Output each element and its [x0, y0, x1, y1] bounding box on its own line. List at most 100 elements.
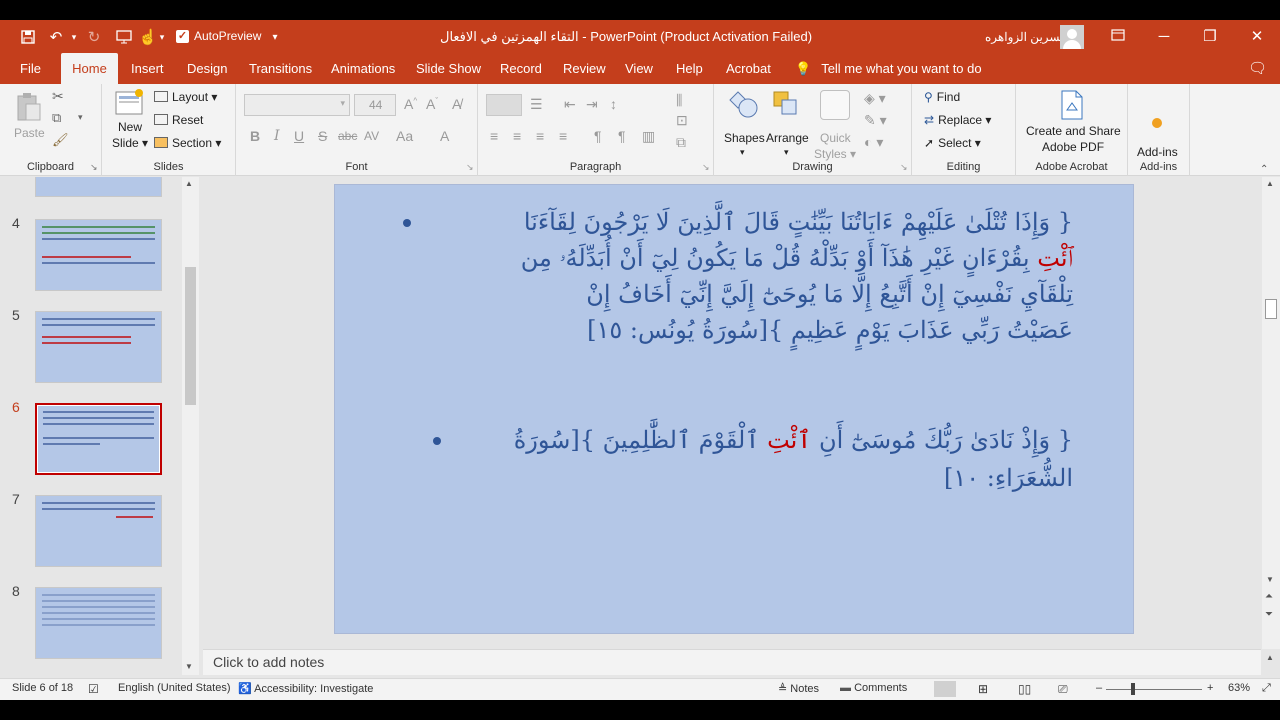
- copy-icon[interactable]: ⧉: [52, 110, 61, 126]
- redo-icon[interactable]: ↻: [84, 26, 104, 48]
- current-slide[interactable]: { وَإِذَا تُتْلَىٰ عَلَيْهِمْ ءَايَاتُنَ…: [334, 184, 1134, 634]
- notes-scroll-icon[interactable]: ▲: [1266, 653, 1274, 662]
- align-right-icon[interactable]: ≡: [536, 128, 544, 144]
- tell-me-search[interactable]: 💡 Tell me what you want to do: [795, 53, 982, 84]
- zoom-in-icon[interactable]: +: [1207, 682, 1213, 694]
- tab-review[interactable]: Review: [563, 53, 606, 84]
- zoom-level[interactable]: 63%: [1228, 682, 1250, 694]
- shrink-font-icon[interactable]: Aˇ: [426, 96, 438, 112]
- tab-design[interactable]: Design: [187, 53, 227, 84]
- font-name-box[interactable]: ▾: [244, 94, 350, 116]
- spelling-icon[interactable]: ☑: [88, 682, 99, 696]
- ribbon-display-icon[interactable]: [1107, 26, 1129, 48]
- shape-effects-icon[interactable]: ◐ ▾: [864, 134, 883, 151]
- scroll-down-icon[interactable]: ▼: [185, 662, 193, 671]
- tab-slide-show[interactable]: Slide Show: [416, 53, 481, 84]
- line-spacing-icon[interactable]: ↕: [610, 96, 617, 112]
- restore-icon[interactable]: ❐: [1199, 26, 1221, 48]
- user-name[interactable]: نسرين الزواهره: [985, 30, 1063, 44]
- tab-view[interactable]: View: [625, 53, 653, 84]
- tab-animations[interactable]: Animations: [331, 53, 395, 84]
- notes-placeholder[interactable]: Click to add notes: [213, 654, 324, 670]
- verse2-line2[interactable]: الشُّعَرَاءِ: ١٠]: [944, 461, 1073, 495]
- pdf-icon[interactable]: [1060, 90, 1084, 123]
- layout-button[interactable]: Layout ▾: [154, 90, 217, 104]
- verse1-line2[interactable]: ٱئْتِ بِقُرْءَانٍ غَيْرِ هَٰذَآ أَوْ بَد…: [521, 241, 1073, 275]
- zoom-slider[interactable]: [1106, 689, 1202, 690]
- section-button[interactable]: Section ▾: [154, 136, 221, 150]
- numbering-icon[interactable]: ☰: [530, 96, 543, 113]
- clipboard-launcher-icon[interactable]: ↘: [90, 162, 98, 173]
- tab-home[interactable]: Home: [61, 53, 118, 84]
- tab-record[interactable]: Record: [500, 53, 542, 84]
- bullets-button[interactable]: [486, 94, 522, 116]
- select-button[interactable]: ➚ Select ▾: [924, 136, 981, 150]
- increase-indent-icon[interactable]: ⇥: [586, 96, 598, 113]
- shapes-button[interactable]: Shapes: [724, 131, 765, 145]
- normal-view-icon[interactable]: [934, 681, 956, 697]
- addins-button[interactable]: Add-ins: [1137, 145, 1178, 159]
- align-left-icon[interactable]: ≡: [490, 128, 498, 144]
- italic-button[interactable]: I: [274, 128, 280, 144]
- undo-dropdown-icon[interactable]: ▾: [68, 26, 80, 48]
- arrange-button[interactable]: Arrange: [766, 131, 809, 145]
- rtl-icon[interactable]: ¶: [594, 128, 602, 144]
- undo-icon[interactable]: ↶: [46, 26, 66, 48]
- tab-insert[interactable]: Insert: [131, 53, 164, 84]
- autopreview-toggle[interactable]: ✓ AutoPreview: [176, 29, 261, 43]
- save-icon[interactable]: [18, 26, 38, 48]
- next-slide-icon[interactable]: ⏷: [1265, 609, 1273, 620]
- drawing-launcher-icon[interactable]: ↘: [900, 162, 908, 173]
- align-center-icon[interactable]: ≡: [513, 128, 521, 144]
- slide-scrollbar[interactable]: ▲ ▼ ⏶ ⏷: [1262, 177, 1280, 649]
- char-spacing-button[interactable]: AV: [364, 129, 379, 143]
- columns-icon[interactable]: ▥: [642, 128, 655, 145]
- verse1-line3[interactable]: تِلْقَآيِ نَفْسِيٓ إِنْ أَتَّبِعُ إِلَّا…: [586, 277, 1073, 311]
- font-color-button[interactable]: A: [440, 128, 449, 144]
- slide-thumbnail-6-selected[interactable]: [35, 403, 162, 475]
- copy-dropdown-icon[interactable]: ▾: [78, 112, 83, 123]
- verse2-line1[interactable]: { وَإِذْ نَادَىٰ رَبُّكَ مُوسَىٰٓ أَنِ ٱ…: [514, 423, 1073, 457]
- slide-thumbnail-5[interactable]: [35, 311, 162, 383]
- find-button[interactable]: ⚲ Find: [924, 90, 960, 104]
- addins-icon[interactable]: [1152, 118, 1162, 128]
- format-painter-icon[interactable]: 🖌: [52, 132, 69, 148]
- grow-font-icon[interactable]: A^: [404, 96, 417, 112]
- scroll-up-icon[interactable]: ▲: [185, 179, 193, 188]
- close-icon[interactable]: ✕: [1246, 26, 1268, 48]
- thumbnail-scrollbar[interactable]: ▲ ▼: [182, 177, 199, 675]
- minimize-icon[interactable]: ─: [1153, 26, 1175, 48]
- accessibility-status[interactable]: ♿ Accessibility: Investigate: [238, 682, 373, 695]
- clear-format-icon[interactable]: A̸: [452, 96, 461, 112]
- change-case-button[interactable]: Aa: [396, 128, 413, 144]
- new-slide-button[interactable]: New: [118, 120, 142, 134]
- verse1-line1[interactable]: { وَإِذَا تُتْلَىٰ عَلَيْهِمْ ءَايَاتُنَ…: [524, 205, 1073, 239]
- touch-mode-icon[interactable]: ☝: [139, 26, 158, 48]
- font-launcher-icon[interactable]: ↘: [466, 162, 474, 173]
- quick-styles-button[interactable]: Quick: [820, 131, 851, 145]
- notes-button[interactable]: ≜ Notes: [778, 682, 819, 695]
- reset-button[interactable]: Reset: [154, 113, 203, 127]
- new-slide-icon[interactable]: [115, 88, 145, 119]
- underline-button[interactable]: U: [294, 128, 304, 144]
- previous-slide-icon[interactable]: ⏶: [1265, 591, 1273, 602]
- comments-icon[interactable]: 🗨: [1248, 53, 1267, 84]
- shape-fill-icon[interactable]: ◈ ▾: [864, 90, 886, 107]
- zoom-out-icon[interactable]: –: [1096, 682, 1102, 694]
- tab-file[interactable]: File: [20, 53, 41, 84]
- slide-sorter-icon[interactable]: ⊞: [978, 682, 988, 696]
- quick-styles-icon[interactable]: [820, 90, 850, 120]
- quick-styles-button-line2[interactable]: Styles ▾: [814, 147, 856, 161]
- slide-thumbnail-4[interactable]: [35, 219, 162, 291]
- justify-icon[interactable]: ≡: [559, 128, 567, 144]
- ltr-icon[interactable]: ¶: [618, 128, 626, 144]
- zoom-slider-thumb[interactable]: [1131, 683, 1135, 695]
- slideshow-view-icon[interactable]: ⎚: [1058, 682, 1068, 697]
- new-slide-button-line2[interactable]: Slide ▾: [112, 136, 148, 150]
- verse1-line4[interactable]: عَصَيْتُ رَبِّي عَذَابَ يَوْمٍ عَظِيمٍ }…: [587, 313, 1073, 347]
- tab-acrobat[interactable]: Acrobat: [726, 53, 771, 84]
- arrange-icon[interactable]: [772, 90, 802, 123]
- bold-button[interactable]: B: [250, 128, 260, 144]
- touch-dropdown-icon[interactable]: ▾: [156, 26, 168, 48]
- collapse-ribbon-icon[interactable]: ⌃: [1260, 164, 1268, 175]
